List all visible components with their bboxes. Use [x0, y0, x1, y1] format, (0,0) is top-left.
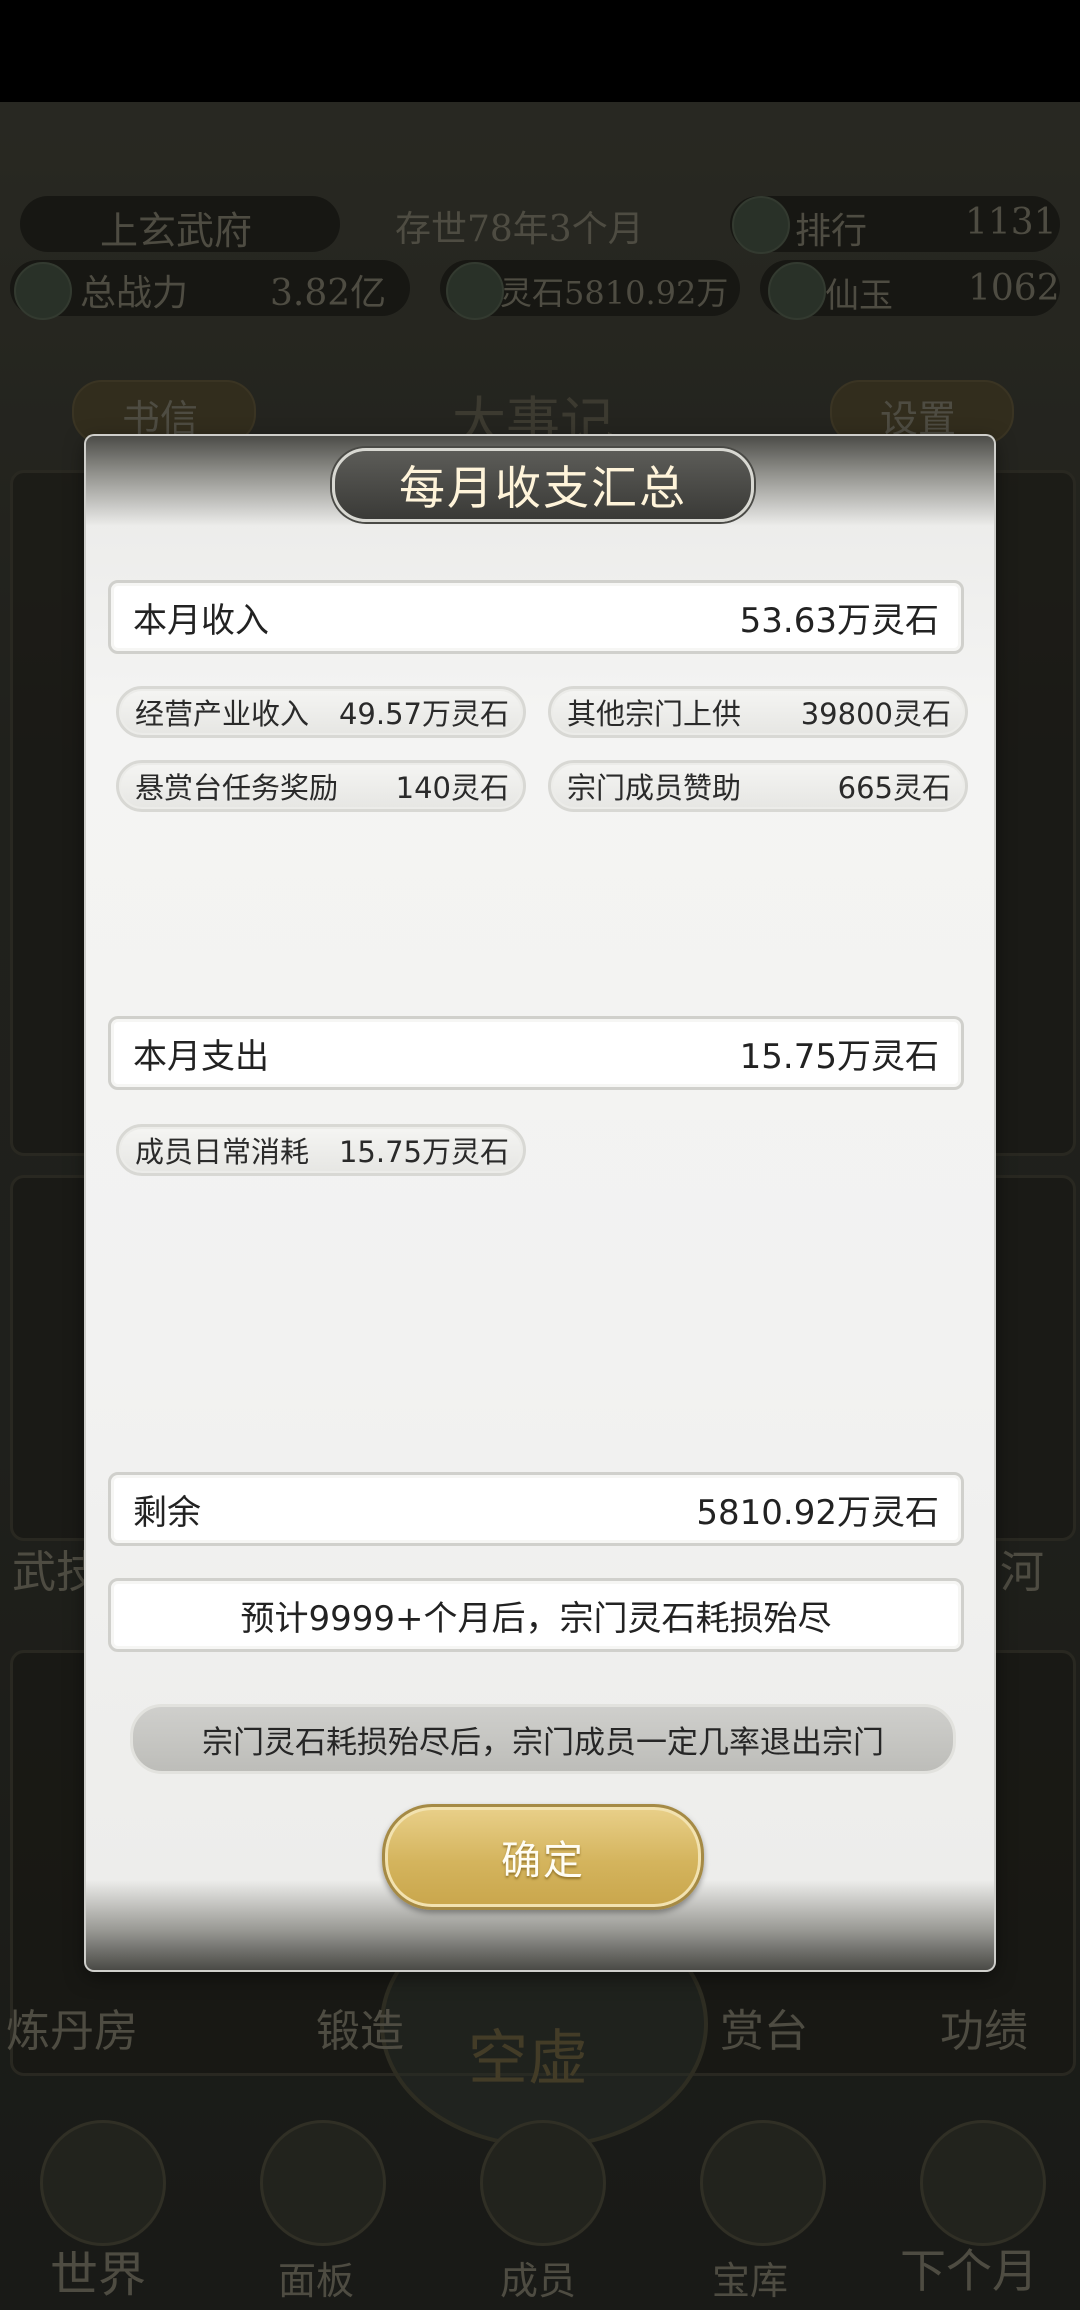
income-item-label: 其他宗门上供: [567, 697, 742, 731]
income-item-value: 49.57万灵石: [338, 697, 509, 731]
confirm-button-label: 确定: [501, 1838, 585, 1884]
income-item-label: 经营产业收入: [135, 697, 310, 731]
expense-label: 本月支出: [133, 1036, 269, 1077]
income-item-value: 39800灵石: [800, 697, 951, 731]
warning-notice-text: 宗门灵石耗损殆尽后，宗门成员一定几率退出宗门: [202, 1724, 884, 1761]
forecast-row: 预计9999+个月后，宗门灵石耗损殆尽: [108, 1578, 964, 1652]
income-item-label: 悬赏台任务奖励: [135, 771, 339, 805]
remaining-row: 剩余 5810.92万灵石: [108, 1472, 964, 1546]
income-item-label: 宗门成员赞助: [567, 771, 742, 805]
income-value: 53.63万灵石: [739, 600, 939, 641]
forecast-text: 预计9999+个月后，宗门灵石耗损殆尽: [240, 1598, 832, 1639]
income-total-row: 本月收入 53.63万灵石: [108, 580, 964, 654]
expense-total-row: 本月支出 15.75万灵石: [108, 1016, 964, 1090]
remaining-label: 剩余: [133, 1492, 201, 1533]
expense-item: 成员日常消耗 15.75万灵石: [116, 1124, 526, 1176]
expense-item-value: 15.75万灵石: [338, 1135, 509, 1169]
confirm-button[interactable]: 确定: [382, 1804, 704, 1910]
warning-notice: 宗门灵石耗损殆尽后，宗门成员一定几率退出宗门: [130, 1704, 956, 1774]
income-item: 悬赏台任务奖励 140灵石: [116, 760, 526, 812]
income-label: 本月收入: [133, 600, 269, 641]
income-item: 其他宗门上供 39800灵石: [548, 686, 968, 738]
expense-item-label: 成员日常消耗: [135, 1135, 310, 1169]
income-item: 宗门成员赞助 665灵石: [548, 760, 968, 812]
expense-value: 15.75万灵石: [739, 1036, 939, 1077]
dialog-title: 每月收支汇总: [399, 461, 687, 515]
monthly-summary-dialog: 每月收支汇总 本月收入 53.63万灵石 经营产业收入 49.57万灵石 其他宗…: [86, 436, 994, 1970]
income-item: 经营产业收入 49.57万灵石: [116, 686, 526, 738]
status-bar: [0, 0, 1080, 102]
income-item-value: 665灵石: [837, 771, 951, 805]
remaining-value: 5810.92万灵石: [696, 1492, 939, 1533]
dialog-title-plate: 每月收支汇总: [332, 448, 754, 522]
income-item-value: 140灵石: [395, 771, 509, 805]
